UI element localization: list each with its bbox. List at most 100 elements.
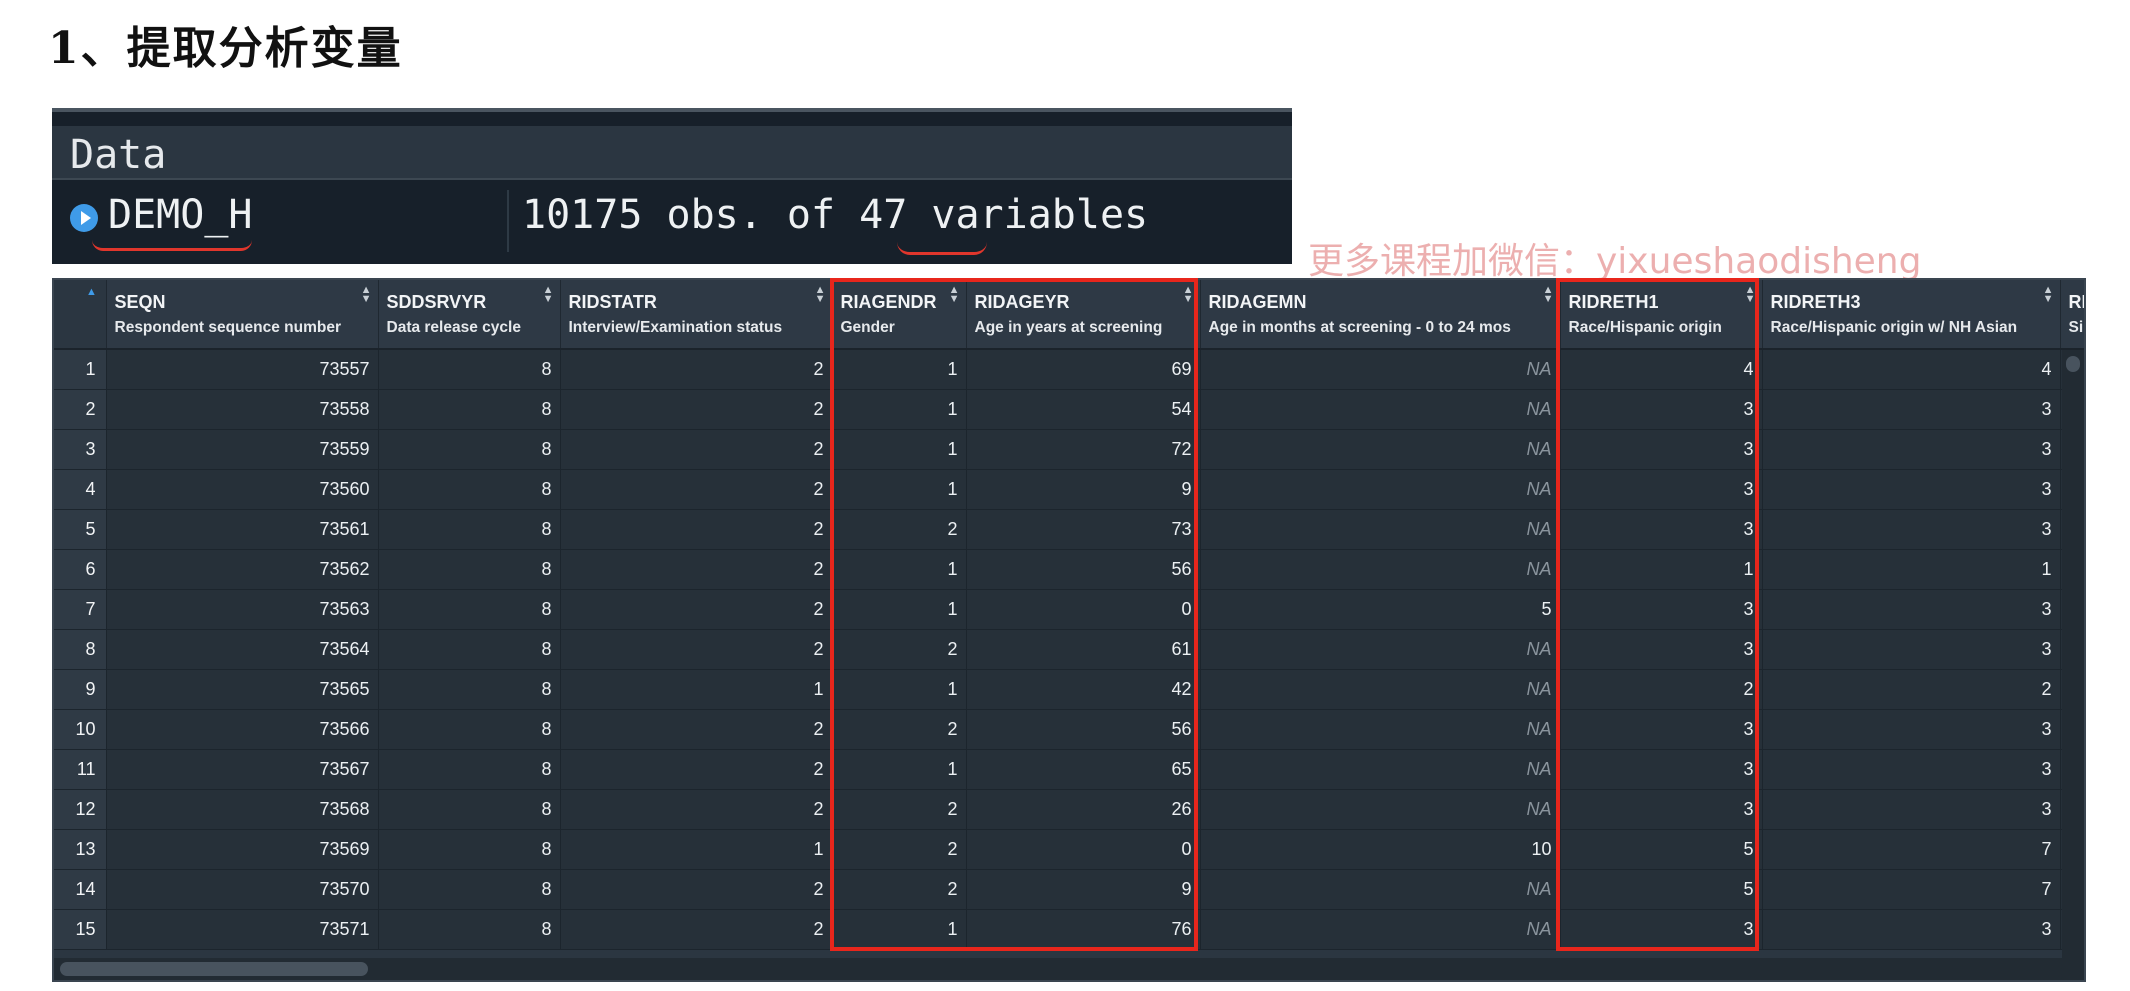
table-cell: 2	[832, 509, 967, 550]
table-cell: 5	[1200, 589, 1561, 630]
table-cell: 8	[378, 709, 561, 750]
object-description: 10175 obs. of 47 variables	[522, 192, 1149, 238]
table-cell: 2	[560, 909, 833, 950]
table-cell: 3	[1762, 749, 2061, 790]
table-cell: 8	[378, 829, 561, 870]
sort-icon[interactable]: ▲ ▼	[949, 285, 960, 305]
column-header[interactable]: RI Si	[2060, 280, 2084, 350]
table-cell: NA	[1200, 709, 1561, 750]
sort-icon[interactable]: ▲ ▼	[543, 285, 554, 305]
row-number: 8	[54, 629, 107, 670]
scrollbar-thumb[interactable]	[2066, 356, 2080, 372]
table-cell: 8	[378, 509, 561, 550]
environment-pane: Data DEMO_H 10175 obs. of 47 variables	[52, 108, 1292, 264]
row-number: 10	[54, 709, 107, 750]
red-underline-annotation	[897, 242, 987, 255]
scrollbar-thumb[interactable]	[60, 962, 368, 976]
sort-icon[interactable]: ▲ ▼	[815, 285, 826, 305]
data-section-label: Data	[70, 132, 167, 178]
sort-icon[interactable]: ▲ ▼	[2043, 285, 2054, 305]
table-cell: 8	[378, 469, 561, 510]
table-cell: 3	[1560, 629, 1763, 670]
table-cell: NA	[1200, 349, 1561, 390]
table-cell: 3	[1762, 709, 2061, 750]
table-cell: 2	[560, 509, 833, 550]
table-cell: 73571	[106, 909, 379, 950]
row-number: 14	[54, 869, 107, 910]
table-cell: 3	[1560, 909, 1763, 950]
column-header[interactable]: SDDSRVYR Data release cycle ▲ ▼	[378, 280, 561, 350]
table-cell: 2	[560, 349, 833, 390]
table-cell: 7	[1762, 869, 2061, 910]
horizontal-scrollbar[interactable]	[54, 958, 2084, 980]
table-cell: 2	[560, 709, 833, 750]
table-cell: 3	[1560, 509, 1763, 550]
row-number: 9	[54, 669, 107, 710]
sort-icon[interactable]: ▲ ▼	[1745, 285, 1756, 305]
table-row: 2 73558 8 2 1 54 NA 3 3	[54, 389, 2084, 430]
table-cell: 0	[966, 829, 1201, 870]
table-cell: 2	[560, 429, 833, 470]
sort-icon[interactable]: ▲ ▼	[1183, 285, 1194, 305]
table-cell: 73566	[106, 709, 379, 750]
row-number: 6	[54, 549, 107, 590]
table-cell: 1	[832, 389, 967, 430]
table-row: 14 73570 8 2 2 9 NA 5 7	[54, 869, 2084, 910]
table-cell: 2	[560, 629, 833, 670]
table-cell: NA	[1200, 669, 1561, 710]
table-cell: 3	[1560, 469, 1763, 510]
column-header[interactable]: RIDRETH1 Race/Hispanic origin ▲ ▼	[1560, 280, 1763, 350]
column-header[interactable]: RIDAGEMN Age in months at screening - 0 t…	[1200, 280, 1561, 350]
table-cell: 1	[832, 909, 967, 950]
object-name[interactable]: DEMO_H	[108, 192, 253, 238]
table-cell: 73557	[106, 349, 379, 390]
table-cell: 2	[560, 389, 833, 430]
row-number: 5	[54, 509, 107, 550]
row-index-header[interactable]: ▲	[54, 280, 107, 350]
column-header[interactable]: RIAGENDR Gender ▲ ▼	[832, 280, 967, 350]
data-table: ▲ SEQN Respondent sequence number ▲ ▼ SDDSR…	[54, 280, 2084, 950]
row-number: 1	[54, 349, 107, 390]
column-header[interactable]: RIDRETH3 Race/Hispanic origin w/ NH Asian…	[1762, 280, 2061, 350]
header-row: ▲ SEQN Respondent sequence number ▲ ▼ SDDSR…	[54, 280, 2084, 350]
column-divider	[507, 190, 509, 252]
sort-icon[interactable]: ▲ ▼	[1543, 285, 1554, 305]
sort-ascending-icon: ▲	[86, 286, 97, 298]
table-cell: 8	[378, 429, 561, 470]
row-number: 7	[54, 589, 107, 630]
table-cell: 3	[1560, 589, 1763, 630]
table-cell: 73568	[106, 789, 379, 830]
table-cell: 3	[1762, 629, 2061, 670]
data-viewer-grid: ▲ SEQN Respondent sequence number ▲ ▼ SDDSR…	[52, 278, 2086, 982]
table-cell: 8	[378, 389, 561, 430]
table-cell: 2	[832, 829, 967, 870]
table-row: 6 73562 8 2 1 56 NA 1 1	[54, 549, 2084, 590]
table-cell: NA	[1200, 509, 1561, 550]
table-cell: NA	[1200, 549, 1561, 590]
table-cell: NA	[1200, 469, 1561, 510]
red-underline-annotation	[92, 240, 252, 251]
sort-icon[interactable]: ▲ ▼	[361, 285, 372, 305]
table-cell: 3	[1560, 429, 1763, 470]
table-cell: NA	[1200, 429, 1561, 470]
row-number: 3	[54, 429, 107, 470]
table-cell: NA	[1200, 869, 1561, 910]
column-header[interactable]: SEQN Respondent sequence number ▲ ▼	[106, 280, 379, 350]
table-cell: 73564	[106, 629, 379, 670]
vertical-scrollbar[interactable]	[2062, 350, 2084, 958]
table-cell: 7	[1762, 829, 2061, 870]
environment-object-row[interactable]: DEMO_H 10175 obs. of 47 variables	[52, 182, 1292, 258]
play-circle-icon[interactable]	[70, 204, 98, 232]
table-cell: 2	[560, 749, 833, 790]
table-cell: 10	[1200, 829, 1561, 870]
table-row: 1 73557 8 2 1 69 NA 4 4	[54, 349, 2084, 390]
table-cell: 0	[966, 589, 1201, 630]
table-cell: 8	[378, 589, 561, 630]
table-row: 7 73563 8 2 1 0 5 3 3	[54, 589, 2084, 630]
table-cell: 1	[560, 829, 833, 870]
table-cell: 73563	[106, 589, 379, 630]
column-header[interactable]: RIDSTATR Interview/Examination status ▲ ▼	[560, 280, 833, 350]
table-cell: 8	[378, 549, 561, 590]
column-header[interactable]: RIDAGEYR Age in years at screening ▲ ▼	[966, 280, 1201, 350]
table-cell: 2	[832, 789, 967, 830]
